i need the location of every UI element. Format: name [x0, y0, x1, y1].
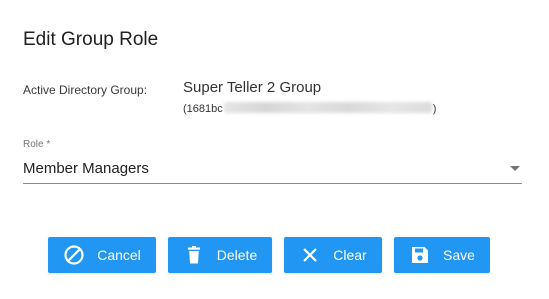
edit-group-role-dialog: Edit Group Role Active Directory Group: … [0, 0, 549, 299]
role-select[interactable]: Member Managers [23, 156, 522, 184]
close-icon [299, 244, 321, 266]
role-field-label: Role * [23, 139, 51, 150]
block-icon [63, 244, 85, 266]
cancel-button-label: Cancel [97, 247, 141, 263]
role-selected-value: Member Managers [23, 160, 149, 177]
ad-group-label: Active Directory Group: [23, 83, 148, 97]
clear-button-label: Clear [333, 247, 367, 263]
delete-button-label: Delete [216, 247, 258, 263]
ad-group-id-suffix: ) [432, 103, 437, 115]
dialog-title: Edit Group Role [23, 29, 159, 50]
ad-group-id-prefix: (1681bc [183, 103, 223, 115]
clear-button[interactable]: Clear [284, 237, 382, 273]
caret-down-icon [510, 166, 520, 171]
cancel-button[interactable]: Cancel [48, 237, 156, 273]
redacted-id-blur [223, 102, 432, 113]
save-button[interactable]: Save [394, 237, 490, 273]
delete-button[interactable]: Delete [168, 237, 272, 273]
ad-group-name: Super Teller 2 Group [183, 79, 322, 96]
trash-icon [183, 244, 205, 266]
floppy-disk-icon [409, 244, 431, 266]
save-button-label: Save [443, 247, 475, 263]
ad-group-id: (1681bc) [183, 101, 436, 117]
